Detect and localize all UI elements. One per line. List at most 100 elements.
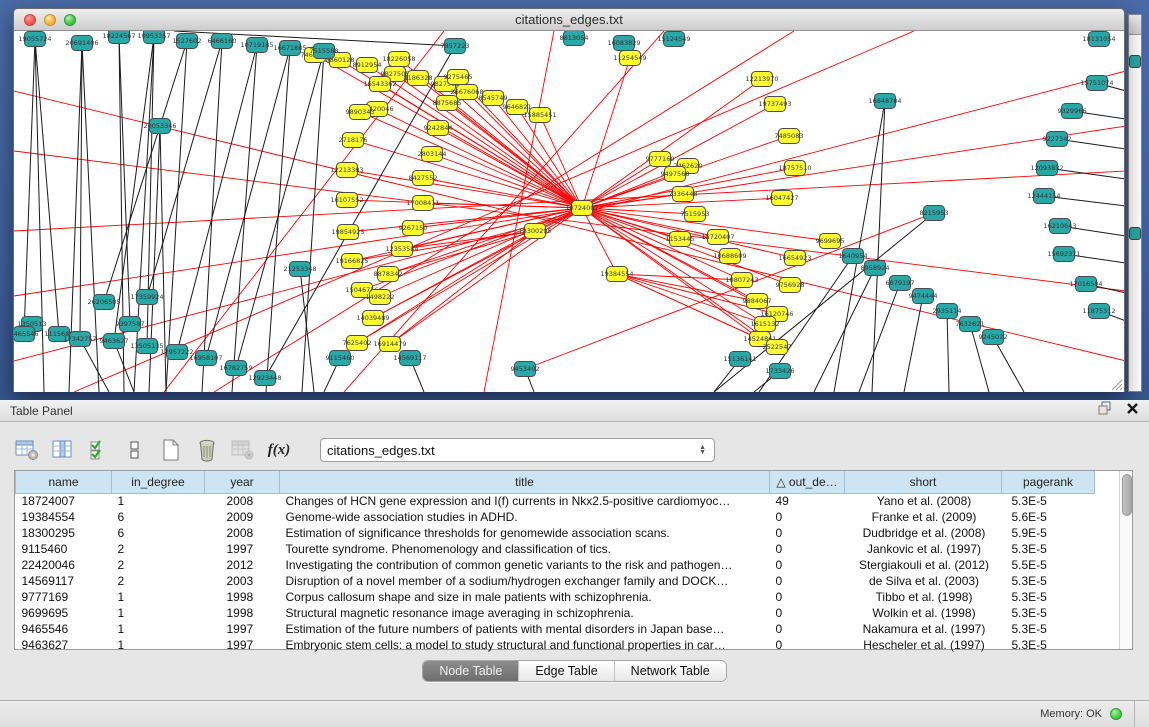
cell-year[interactable]: 1998 [205,605,280,621]
graph-edge[interactable] [872,101,885,392]
graph-edge[interactable] [14,151,1124,291]
cell-title[interactable]: Estimation of the future numbers of pati… [280,621,770,637]
graph-edge[interactable] [164,31,444,392]
graph-edge[interactable] [904,296,923,392]
graph-edge[interactable] [582,58,630,208]
cell-short[interactable]: Jankovic et al. (1997) [845,541,1002,557]
cell-year[interactable]: 1998 [205,589,280,605]
cell-year[interactable]: 2008 [205,493,280,509]
graph-edge[interactable] [859,283,900,392]
cell-out_degree[interactable]: 0 [770,621,845,637]
cell-short[interactable]: Wolkin et al. (1998) [845,605,1002,621]
cell-short[interactable]: de Silva et al. (2003) [845,573,1002,589]
close-panel-icon[interactable] [1126,402,1139,420]
row-height-icon[interactable] [122,438,148,462]
cell-short[interactable]: Nakamura et al. (1997) [845,621,1002,637]
table-row[interactable]: 969969511998Structural magnetic resonanc… [16,605,1120,621]
cell-name[interactable]: 9463627 [16,637,112,653]
network-view-window[interactable]: citations_edges.txt 18724007746382288601… [13,8,1125,392]
cell-out_degree[interactable]: 49 [770,493,845,509]
window-titlebar[interactable]: citations_edges.txt [14,9,1124,31]
cell-short[interactable]: Franke et al. (2009) [845,509,1002,525]
network-canvas[interactable]: 1872400774638228860128891295418226058982… [14,31,1124,392]
combobox-arrows-icon[interactable]: ▲▼ [697,445,708,455]
graph-edge[interactable] [177,45,257,352]
cell-name[interactable]: 18724007 [16,493,112,509]
column-header-title[interactable]: title [280,471,770,493]
graph-edge[interactable] [947,311,949,392]
cell-in_degree[interactable]: 1 [112,589,205,605]
function-builder-icon[interactable]: f(x) [266,438,292,462]
cell-name[interactable]: 19384554 [16,509,112,525]
cell-pagerank[interactable]: 5.3E-5 [1002,541,1095,557]
cell-title[interactable]: Investigating the contribution of common… [280,557,770,573]
cell-name[interactable]: 9115460 [16,541,112,557]
cell-pagerank[interactable]: 5.5E-5 [1002,557,1095,573]
cell-short[interactable]: Yano et al. (2008) [845,493,1002,509]
cell-pagerank[interactable]: 5.3E-5 [1002,605,1095,621]
cell-out_degree[interactable]: 0 [770,557,845,573]
cell-year[interactable]: 1997 [205,637,280,653]
cell-short[interactable]: Stergiakouli et al. (2012) [845,557,1002,573]
cell-year[interactable]: 2003 [205,573,280,589]
column-header-short[interactable]: short [845,471,1002,493]
resize-grip-icon[interactable] [1109,377,1123,391]
cell-title[interactable]: Embryonic stem cells: a model to study s… [280,637,770,653]
cell-out_degree[interactable]: 0 [770,637,845,653]
cell-title[interactable]: Estimation of significance thresholds fo… [280,525,770,541]
cell-title[interactable]: Tourette syndrome. Phenomenology and cla… [280,541,770,557]
new-table-icon[interactable] [158,438,184,462]
table-row[interactable]: 1938455462009Genome-wide association stu… [16,509,1120,525]
cell-year[interactable]: 2008 [205,525,280,541]
cell-pagerank[interactable]: 5.3E-5 [1002,493,1095,509]
graph-edge[interactable] [360,112,582,208]
graph-edge[interactable] [302,51,324,392]
cell-in_degree[interactable]: 6 [112,509,205,525]
float-panel-icon[interactable] [1098,401,1114,420]
cell-year[interactable]: 2012 [205,557,280,573]
cell-pagerank[interactable]: 5.9E-5 [1002,525,1095,541]
tab-network-table[interactable]: Network Table [615,661,726,681]
destroy-table-icon[interactable] [230,438,256,462]
cell-title[interactable]: Structural magnetic resonance image aver… [280,605,770,621]
cell-name[interactable]: 14569117 [16,573,112,589]
cell-title[interactable]: Genome-wide association studies in ADHD. [280,509,770,525]
cell-in_degree[interactable]: 1 [112,621,205,637]
table-vertical-scrollbar[interactable] [1119,471,1132,649]
table-row[interactable]: 977716911998Corpus callosum shape and si… [16,589,1120,605]
cell-year[interactable]: 1997 [205,621,280,637]
cell-pagerank[interactable]: 5.3E-5 [1002,637,1095,653]
cell-title[interactable]: Corpus callosum shape and size in male p… [280,589,770,605]
scrollbar-thumb[interactable] [1122,474,1132,516]
graph-edge[interactable] [834,101,885,392]
graph-edge[interactable] [300,269,314,392]
table-row[interactable]: 2242004622012Investigating the contribut… [16,557,1120,573]
cell-title[interactable]: Disruption of a novel member of a sodium… [280,573,770,589]
graph-edge[interactable] [236,51,324,368]
column-header-pagerank[interactable]: pagerank [1002,471,1095,493]
graph-edge[interactable] [265,46,455,378]
cell-short[interactable]: Dudbridge et al. (2008) [845,525,1002,541]
cell-pagerank[interactable]: 5.3E-5 [1002,621,1095,637]
cell-out_degree[interactable]: 0 [770,525,845,541]
citation-graph[interactable]: 1872400774638228860128891295418226058982… [14,31,1124,392]
table-row[interactable]: 1830029562008Estimation of significance … [16,525,1120,541]
show-columns-icon[interactable] [50,438,76,462]
cell-out_degree[interactable]: 0 [770,573,845,589]
cell-in_degree[interactable]: 2 [112,573,205,589]
cell-pagerank[interactable]: 5.3E-5 [1002,573,1095,589]
table-row[interactable]: 911546021997Tourette syndrome. Phenomeno… [16,541,1120,557]
select-rows-icon[interactable] [86,438,112,462]
delete-table-icon[interactable] [194,438,220,462]
cell-year[interactable]: 1997 [205,541,280,557]
cell-year[interactable]: 2009 [205,509,280,525]
cell-in_degree[interactable]: 1 [112,493,205,509]
cell-out_degree[interactable]: 0 [770,605,845,621]
cell-in_degree[interactable]: 2 [112,541,205,557]
graph-edge[interactable] [993,337,1024,392]
cell-in_degree[interactable]: 6 [112,525,205,541]
cell-name[interactable]: 9465546 [16,621,112,637]
cell-in_degree[interactable]: 2 [112,557,205,573]
table-row[interactable]: 1872400712008Changes of HCN gene express… [16,493,1120,509]
graph-edge[interactable] [582,79,762,208]
